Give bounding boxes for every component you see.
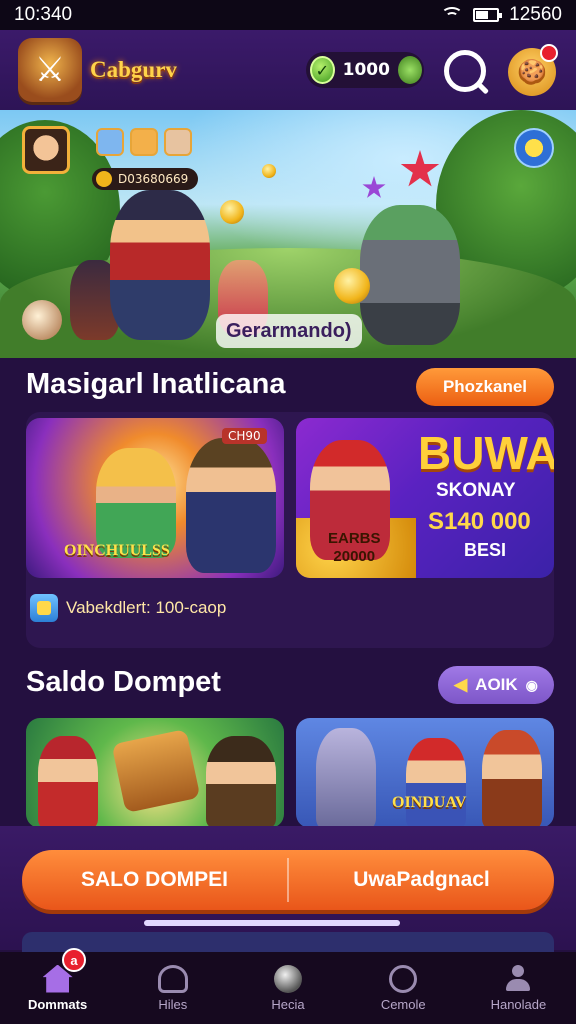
scroll-indicator-fill <box>144 920 400 926</box>
promo-amount: S140 000 <box>428 508 531 535</box>
section-2-action-label: AOIK <box>475 675 518 694</box>
mini-icon[interactable] <box>130 128 158 156</box>
nav-item-cemole[interactable]: Cemole <box>346 952 461 1024</box>
section-title-1: Masigarl Inatlicana <box>26 368 286 400</box>
section-2-action-button[interactable]: ◀ AOIK ◉ <box>438 666 554 704</box>
ball-icon <box>389 964 418 993</box>
chest-icon <box>111 728 201 814</box>
arrow-icon: ◀ <box>454 675 468 694</box>
nav-item-profile[interactable]: Hanolade <box>461 952 576 1024</box>
card-character <box>186 438 276 573</box>
star-icon <box>400 150 440 187</box>
hero-caption: Gerarmando) <box>216 314 362 348</box>
card-character <box>482 730 542 828</box>
screen-icon <box>157 964 188 993</box>
card-sub-label-line-2: 20000 <box>333 548 376 565</box>
card-sub-label: EARBS 20000 <box>328 530 381 566</box>
mini-icon[interactable] <box>164 128 192 156</box>
nav-label: Hanolade <box>490 996 547 1012</box>
refresh-icon[interactable] <box>514 128 554 168</box>
nav-item-hiles[interactable]: Hiles <box>115 952 230 1024</box>
app-name: Cabgurv <box>90 57 177 82</box>
card-character <box>206 736 276 828</box>
card-tag: CH90 <box>222 428 267 444</box>
wifi-icon <box>441 7 464 23</box>
nav-item-home[interactable]: Dommats a <box>0 948 115 1024</box>
cta-left[interactable]: SALO DOMPEI <box>22 850 287 910</box>
wallet-cta-button[interactable]: SALO DOMPEI UwaPadgnacl <box>22 850 554 910</box>
nav-item-hecia[interactable]: Hecia <box>230 952 345 1024</box>
person-icon <box>505 964 531 993</box>
coin-decoration <box>220 200 244 224</box>
promo-subtitle: SKONAY <box>436 480 516 501</box>
hero-chip: D03680669 <box>92 168 199 190</box>
battery-text: 12560 <box>509 4 562 25</box>
notification-badge <box>540 44 558 62</box>
nav-label: Hiles <box>158 996 188 1012</box>
nav-label: Cemole <box>380 996 426 1012</box>
promo-small: BESI <box>464 540 507 560</box>
bottom-nav: Dommats a Hiles Hecia Cemole Hanolade <box>0 948 576 1024</box>
profile-avatar-button[interactable]: 🍪 <box>508 44 558 96</box>
mascot-icon <box>397 56 422 84</box>
coin-balance-pill[interactable]: ✓ 1000 <box>306 52 424 88</box>
mini-icon[interactable] <box>96 128 124 156</box>
search-button[interactable] <box>444 50 486 92</box>
reward-icon <box>30 594 58 622</box>
status-icons: 12560 <box>441 4 562 26</box>
app-logo[interactable]: ⚔ <box>18 38 82 102</box>
hero-character-main <box>110 190 210 340</box>
battery-icon <box>473 8 503 22</box>
nav-label: Hecia <box>271 996 305 1012</box>
game-card-1[interactable]: CH90 OINCHUULSS <box>26 418 284 578</box>
card-character <box>316 728 376 828</box>
reward-text: Vabekdlert: 100-caop <box>66 598 227 617</box>
card-sub-label-line-1: EARBS <box>328 530 381 547</box>
cookie-icon: 🍪 <box>517 58 547 86</box>
hero-mini-icons <box>96 128 192 156</box>
section-title-2: Saldo Dompet <box>26 666 221 698</box>
card-title: OINDUAV <box>392 794 467 811</box>
game-card-4[interactable]: OINDUAV <box>296 718 554 828</box>
circle-icon <box>274 964 302 993</box>
scroll-indicator <box>144 920 400 926</box>
star-icon <box>362 176 386 198</box>
coin-decoration <box>334 268 370 304</box>
nav-label: Dommats <box>27 996 88 1012</box>
game-card-2[interactable]: EARBS 20000 BUWA SKONAY S140 000 BESI <box>296 418 554 578</box>
cta-right[interactable]: UwaPadgnacl <box>289 850 554 910</box>
card-character <box>38 736 98 828</box>
coin-icon: ✓ <box>310 56 335 84</box>
app-header: ⚔ Cabgurv ✓ 1000 🍪 <box>0 30 576 110</box>
reward-row[interactable]: Vabekdlert: 100-caop <box>30 594 226 622</box>
status-time: 10:340 <box>14 4 73 25</box>
card-title: OINCHUULSS <box>64 542 170 559</box>
coin-decoration <box>262 164 276 178</box>
game-card-3[interactable] <box>26 718 284 828</box>
chevron-icon: ◉ <box>525 676 538 693</box>
coin-balance: 1000 <box>342 60 390 80</box>
section-1-action-button[interactable]: Phozkanel <box>416 368 554 406</box>
promo-title: BUWA <box>418 427 554 479</box>
round-badge-icon[interactable] <box>22 300 62 340</box>
status-bar: 10:340 12560 <box>0 0 576 30</box>
card-character <box>406 738 466 828</box>
player-avatar[interactable] <box>22 126 70 174</box>
villain-character <box>360 205 460 345</box>
nav-badge: a <box>62 948 86 972</box>
